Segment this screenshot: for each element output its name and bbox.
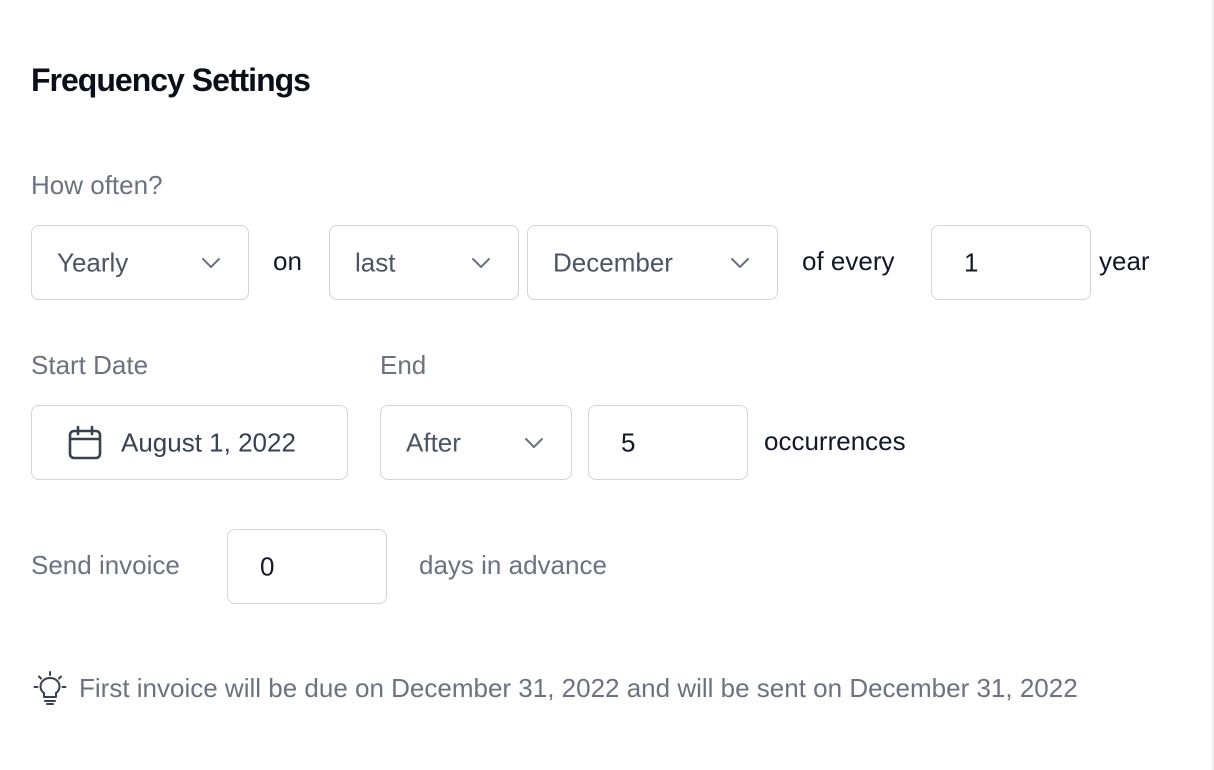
- of-every-text: of every: [802, 246, 895, 276]
- chevron-down-icon: [731, 257, 749, 268]
- end-type-select-value: After: [406, 427, 461, 457]
- on-text: on: [273, 246, 302, 276]
- hint-text: First invoice will be due on December 31…: [79, 672, 1078, 703]
- chevron-down-icon: [202, 257, 220, 268]
- chevron-down-icon: [472, 257, 490, 268]
- period-select[interactable]: Yearly: [31, 225, 249, 300]
- invoice-hint: First invoice will be due on December 31…: [32, 668, 1078, 708]
- occurrences-input-value: 5: [621, 427, 636, 457]
- end-label: End: [380, 350, 427, 380]
- month-select[interactable]: December: [527, 225, 778, 300]
- period-select-value: Yearly: [57, 247, 129, 277]
- position-select[interactable]: last: [329, 225, 519, 300]
- calendar-icon: [68, 425, 102, 459]
- start-date-label: Start Date: [31, 350, 149, 380]
- send-invoice-label: Send invoice: [31, 550, 180, 580]
- occurrences-input[interactable]: 5: [588, 405, 748, 480]
- days-in-advance-value: 0: [260, 551, 275, 581]
- end-type-select[interactable]: After: [380, 405, 572, 480]
- interval-input-value: 1: [964, 247, 979, 277]
- lightbulb-icon: [33, 671, 67, 705]
- month-select-value: December: [553, 247, 673, 277]
- unit-text: year: [1099, 246, 1150, 276]
- days-in-advance-text: days in advance: [419, 550, 607, 580]
- days-in-advance-input[interactable]: 0: [227, 529, 387, 604]
- interval-input[interactable]: 1: [931, 225, 1091, 300]
- start-date-picker[interactable]: August 1, 2022: [31, 405, 348, 480]
- section-title: Frequency Settings: [31, 62, 311, 98]
- occurrences-text: occurrences: [764, 426, 906, 456]
- start-date-value: August 1, 2022: [121, 427, 296, 457]
- position-select-value: last: [355, 247, 396, 277]
- chevron-down-icon: [525, 437, 543, 448]
- how-often-label: How often?: [31, 170, 163, 200]
